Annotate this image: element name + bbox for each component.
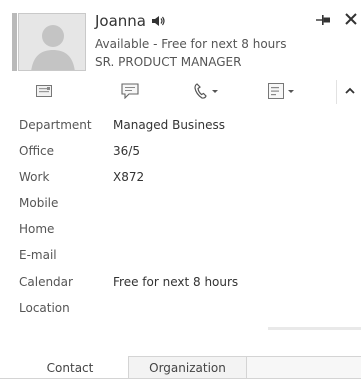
card-tabs: Contact Organization — [0, 356, 361, 379]
more-options-button[interactable] — [268, 80, 294, 102]
chat-bubble-icon — [121, 83, 139, 99]
calendar-value[interactable]: Free for next 8 hours — [113, 275, 238, 289]
detail-value: 36/5 — [113, 144, 140, 158]
detail-label: Mobile — [19, 196, 59, 210]
presence-status-bar — [12, 13, 17, 71]
person-silhouette-icon — [31, 25, 75, 70]
tab-strip-filler — [247, 356, 361, 379]
close-icon[interactable] — [344, 12, 358, 26]
job-title: SR. PRODUCT MANAGER — [95, 55, 242, 69]
chevron-down-icon — [288, 89, 294, 93]
detail-label: Work — [19, 170, 50, 184]
detail-value: Managed Business — [113, 118, 226, 132]
detail-label: Home — [19, 222, 55, 236]
contact-card: Joanna Available - Free for next 8 hours… — [0, 0, 361, 379]
name-row: Joanna — [95, 12, 165, 30]
chevron-down-icon — [212, 89, 218, 93]
detail-label: Office — [19, 144, 55, 158]
instant-message-button[interactable] — [121, 80, 139, 102]
availability-status: Available - Free for next 8 hours — [95, 37, 287, 51]
contact-name: Joanna — [95, 12, 146, 30]
chevron-up-icon[interactable] — [344, 85, 356, 97]
call-button[interactable] — [194, 80, 218, 102]
tab-organization[interactable]: Organization — [128, 356, 247, 379]
scrollbar[interactable] — [268, 327, 361, 330]
phone-icon — [194, 83, 207, 99]
detail-label: Department — [19, 118, 92, 132]
envelope-icon — [36, 85, 52, 97]
detail-label: E-mail — [19, 248, 57, 262]
list-icon — [268, 83, 284, 99]
tab-contact[interactable]: Contact — [12, 356, 128, 379]
email-button[interactable] — [36, 80, 52, 102]
speaker-icon[interactable] — [151, 15, 165, 27]
detail-label: Location — [19, 301, 70, 315]
action-bar — [0, 80, 361, 104]
divider — [336, 80, 337, 104]
detail-label: Calendar — [19, 275, 73, 289]
avatar[interactable] — [18, 13, 86, 71]
work-phone-link[interactable]: X872 — [113, 170, 144, 184]
pin-icon[interactable] — [316, 15, 330, 25]
